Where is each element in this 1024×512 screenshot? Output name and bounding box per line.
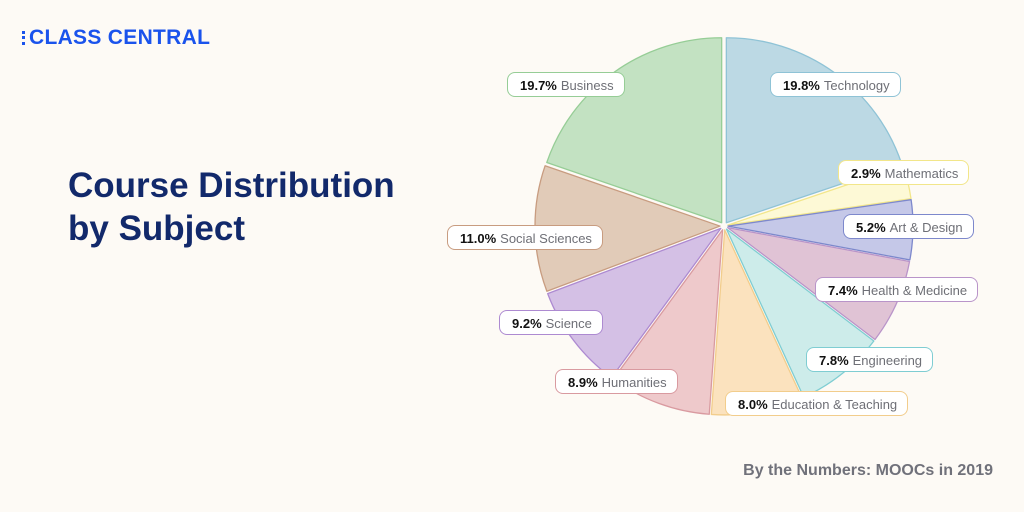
data-label-category: Health & Medicine <box>861 283 968 298</box>
data-label: 2.9% Mathematics <box>838 160 970 185</box>
data-label-value: 9.2% <box>512 316 542 331</box>
data-label-category: Technology <box>823 78 890 93</box>
data-label: 7.4% Health & Medicine <box>815 277 979 302</box>
footer-caption: By the Numbers: MOOCs in 2019 <box>743 462 993 479</box>
data-label-value: 19.8% <box>783 78 820 93</box>
data-label-value: 19.7% <box>520 78 557 93</box>
data-label-category: Business <box>560 78 614 93</box>
data-label: 8.9% Humanities <box>555 369 678 394</box>
data-label-value: 8.0% <box>738 397 768 412</box>
data-label: 7.8% Engineering <box>806 347 934 372</box>
data-label-category: Engineering <box>852 353 923 368</box>
data-label-category: Science <box>545 316 592 331</box>
data-label-category: Art & Design <box>889 220 963 235</box>
data-label-value: 2.9% <box>851 166 881 181</box>
data-label-category: Education & Teaching <box>771 397 898 412</box>
data-label-category: Mathematics <box>884 166 959 181</box>
data-label-value: 7.4% <box>828 283 858 298</box>
data-label-value: 5.2% <box>856 220 886 235</box>
data-label-value: 7.8% <box>819 353 849 368</box>
data-label-category: Social Sciences <box>500 231 592 246</box>
data-label-value: 11.0% <box>460 231 497 246</box>
data-label-value: 8.9% <box>568 375 598 390</box>
data-label: 8.0% Education & Teaching <box>725 391 909 416</box>
data-label: 5.2% Art & Design <box>843 214 974 239</box>
data-label: 9.2% Science <box>499 310 603 335</box>
data-label-category: Humanities <box>601 375 667 390</box>
data-label: 19.7% Business <box>507 72 625 97</box>
data-label: 19.8% Technology <box>770 72 901 97</box>
data-label: 11.0% Social Sciences <box>447 225 603 250</box>
